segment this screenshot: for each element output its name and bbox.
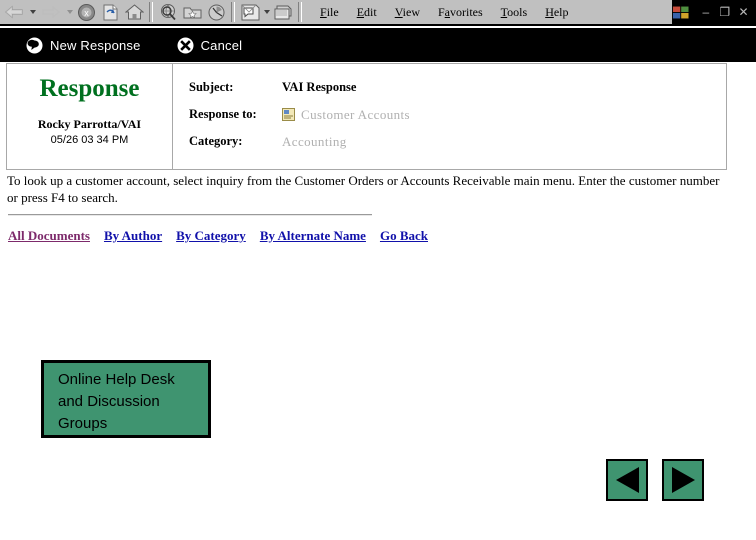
link-go-back[interactable]: Go Back — [380, 228, 428, 244]
author-name: Rocky Parrotta/VAI — [37, 117, 142, 131]
history-clock-icon — [208, 4, 224, 20]
printer-icon — [274, 5, 292, 19]
new-response-button[interactable]: New Response — [26, 37, 141, 54]
link-all-documents[interactable]: All Documents — [8, 228, 90, 244]
back-button[interactable] — [0, 1, 28, 23]
document-page: Response Rocky Parrotta/VAI 05/26 03 34 … — [0, 62, 756, 540]
chevron-down-icon — [263, 10, 270, 14]
minimize-button[interactable]: – — [699, 6, 712, 18]
refresh-button[interactable] — [98, 1, 122, 23]
windows-logo-icon — [672, 6, 689, 18]
document-header-table: Response Rocky Parrotta/VAI 05/26 03 34 … — [6, 63, 727, 170]
mail-dropdown-button[interactable] — [262, 1, 271, 23]
browser-toolbar: x File Edit View Favorites Tools Help — [0, 0, 756, 26]
field-row-response-to: Response to: Customer Accounts — [189, 101, 726, 128]
stop-button[interactable]: x — [74, 1, 98, 23]
favorites-folder-icon — [183, 7, 201, 18]
pager-controls — [606, 459, 704, 501]
menu-bar: File Edit View Favorites Tools Help — [311, 3, 578, 22]
chevron-down-icon — [66, 10, 73, 14]
toolbar-divider — [231, 2, 235, 22]
link-by-author[interactable]: By Author — [104, 228, 162, 244]
link-by-alternate-name[interactable]: By Alternate Name — [260, 228, 366, 244]
response-to-label: Response to: — [189, 107, 257, 121]
document-date: 05/26 03 34 PM — [50, 134, 129, 146]
document-icon — [282, 108, 295, 121]
forward-dropdown-button[interactable] — [65, 1, 74, 23]
cancel-button[interactable]: Cancel — [177, 37, 243, 54]
menu-item-help[interactable]: Help — [536, 3, 577, 22]
document-header-fields: Subject: VAI Response Response to: Custo… — [173, 64, 726, 169]
mail-icon — [241, 4, 259, 20]
arrow-right-icon — [42, 5, 61, 19]
menu-item-edit[interactable]: Edit — [348, 3, 386, 22]
menu-item-favorites[interactable]: Favorites — [429, 3, 492, 22]
response-to-value: Customer Accounts — [301, 106, 410, 122]
help-desk-banner[interactable]: Online Help Desk and Discussion Groups — [41, 360, 211, 438]
menu-item-tools[interactable]: Tools — [492, 3, 537, 22]
menu-item-view[interactable]: View — [386, 3, 429, 22]
window-controls: – ❐ ✕ — [672, 0, 756, 24]
refresh-icon — [103, 4, 117, 20]
mail-button[interactable] — [238, 1, 262, 23]
category-label: Category: — [189, 134, 243, 148]
link-by-category[interactable]: By Category — [176, 228, 246, 244]
close-button[interactable]: ✕ — [737, 6, 750, 18]
toolbar-divider — [298, 2, 302, 22]
search-globe-icon — [160, 3, 176, 20]
new-response-label: New Response — [50, 37, 141, 53]
triangle-right-icon — [671, 467, 695, 493]
toolbar-divider — [149, 2, 153, 22]
page-title: Response — [39, 75, 140, 102]
help-desk-banner-text: Online Help Desk and Discussion Groups — [58, 371, 175, 432]
triangle-left-icon — [615, 467, 639, 493]
category-value: Accounting — [282, 133, 347, 149]
favorites-button[interactable] — [180, 1, 204, 23]
print-button[interactable] — [271, 1, 295, 23]
forward-button[interactable] — [37, 1, 65, 23]
stop-icon: x — [77, 3, 95, 21]
horizontal-divider — [8, 214, 372, 216]
chevron-down-icon — [29, 10, 36, 14]
svg-text:x: x — [84, 8, 89, 18]
arrow-left-icon — [4, 5, 23, 19]
cancel-label: Cancel — [200, 37, 243, 53]
home-button[interactable] — [122, 1, 146, 23]
subject-label: Subject: — [189, 80, 234, 94]
home-icon — [124, 3, 144, 19]
restore-button[interactable]: ❐ — [718, 6, 731, 18]
cancel-x-icon — [177, 37, 194, 53]
action-toolbar: New Response Cancel — [0, 28, 756, 62]
previous-page-button[interactable] — [606, 459, 648, 501]
field-row-subject: Subject: VAI Response — [189, 74, 726, 101]
menu-item-file[interactable]: File — [311, 3, 348, 22]
field-row-category: Category: Accounting — [189, 128, 726, 155]
navigation-links: All Documents By Author By Category By A… — [8, 228, 428, 244]
history-button[interactable] — [204, 1, 228, 23]
document-body-text: To look up a customer account, select in… — [7, 173, 720, 205]
subject-value: VAI Response — [282, 80, 357, 94]
search-button[interactable] — [156, 1, 180, 23]
back-dropdown-button[interactable] — [28, 1, 37, 23]
response-to-link[interactable]: Customer Accounts — [282, 107, 410, 123]
next-page-button[interactable] — [662, 459, 704, 501]
speech-bubble-icon — [26, 37, 43, 53]
document-header-left: Response Rocky Parrotta/VAI 05/26 03 34 … — [7, 64, 173, 169]
